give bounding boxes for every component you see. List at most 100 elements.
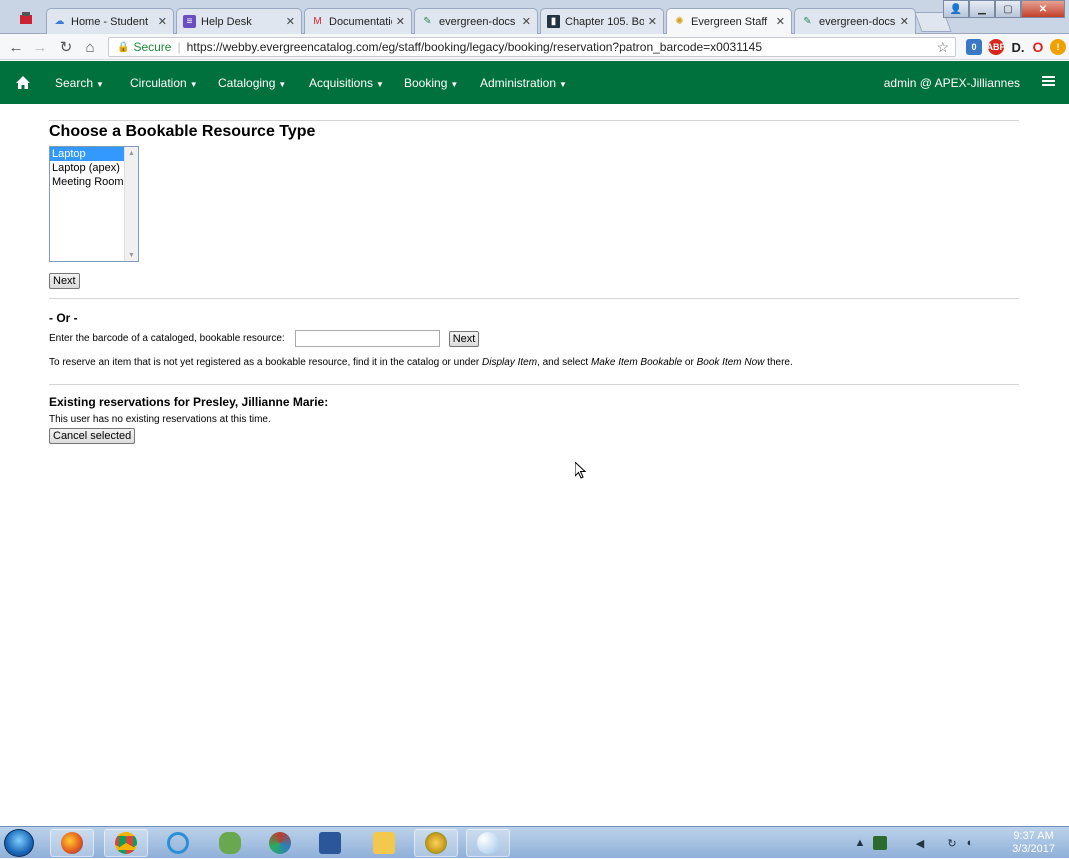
volume-icon[interactable]: ◀ [913, 836, 927, 850]
main-content: Choose a Bookable Resource Type Laptop L… [49, 104, 1019, 444]
folder-icon [373, 832, 395, 854]
user-account-label[interactable]: admin @ APEX-Jilliannes [884, 76, 1020, 90]
evergreen-logo-icon: ✺ [675, 16, 684, 27]
menu-acquisitions[interactable]: Acquisitions ▼ [309, 76, 384, 90]
system-tray: ▲ ◀ ↻ ◐ 9:37 AM 3/3/2017 [839, 827, 1069, 859]
close-icon[interactable]: ✕ [158, 15, 167, 28]
menu-booking[interactable]: Booking ▼ [404, 76, 458, 90]
close-icon[interactable]: ✕ [776, 15, 785, 28]
close-window-button[interactable]: ✕ [1021, 0, 1065, 18]
alert-icon[interactable]: ! [1050, 39, 1066, 55]
adblock-icon[interactable]: ABP [987, 39, 1006, 55]
show-hidden-icons[interactable]: ▲ [853, 836, 867, 850]
tab-chapter-105[interactable]: ▮ Chapter 105. Bo ✕ [540, 8, 664, 34]
taskbar-paint[interactable] [466, 829, 510, 857]
maximize-button[interactable]: ▢ [995, 0, 1021, 18]
scroll-up-icon[interactable]: ▲ [125, 147, 138, 159]
taskbar-explorer[interactable] [362, 829, 406, 857]
no-reservations-message: This user has no existing reservations a… [49, 414, 271, 425]
page-title: Choose a Bookable Resource Type [49, 123, 316, 140]
app-icon [18, 10, 34, 26]
start-button[interactable] [4, 829, 34, 857]
caret-down-icon: ▼ [450, 80, 459, 89]
taskbar-chrome[interactable] [104, 829, 148, 857]
firefox-icon [61, 832, 83, 854]
help-text: To reserve an item that is not yet regis… [49, 357, 793, 368]
cloud-icon: ☁ [54, 16, 65, 27]
existing-reservations-heading: Existing reservations for Presley, Jilli… [49, 395, 329, 409]
menu-search[interactable]: Search ▼ [55, 76, 104, 90]
app-navbar: Search ▼ Circulation ▼ Cataloging ▼ Acquisi… [0, 61, 1069, 104]
network-monitor-icon[interactable] [873, 836, 887, 850]
caret-down-icon: ▼ [96, 80, 104, 89]
taskbar-word[interactable] [308, 829, 352, 857]
star-icon[interactable]: ☆ [936, 39, 949, 56]
evergreen-logo-icon [425, 832, 447, 854]
system-clock[interactable]: 9:37 AM 3/3/2017 [1012, 830, 1055, 856]
barcode-prompt: Enter the barcode of a cataloged, bookab… [49, 333, 285, 344]
close-icon[interactable]: ✕ [900, 15, 909, 28]
mouse-cursor-icon [574, 460, 587, 483]
gmail-icon: M [313, 16, 322, 27]
or-label: - Or - [49, 311, 78, 325]
internet-explorer-icon [167, 832, 189, 854]
dashlane-icon[interactable]: D. [1010, 39, 1026, 55]
caret-down-icon: ▼ [189, 80, 198, 89]
paint-icon [477, 832, 499, 854]
listbox-scrollbar[interactable]: ▲ ▼ [124, 147, 138, 261]
chrome-icon [115, 832, 137, 854]
caret-down-icon: ▼ [376, 80, 384, 89]
menu-administration[interactable]: Administration ▼ [480, 76, 567, 90]
scroll-down-icon[interactable]: ▼ [125, 249, 138, 261]
menu-circulation[interactable]: Circulation ▼ [130, 76, 198, 90]
taskbar-app-turtle[interactable] [208, 829, 252, 857]
tab-help-desk[interactable]: ≡ Help Desk ✕ [176, 8, 302, 34]
home-outline-icon[interactable]: ⌂ [80, 37, 100, 57]
divider [49, 120, 1019, 121]
tab-evergreen-staff[interactable]: ✺ Evergreen Staff ✕ [666, 8, 792, 34]
evergreen-leaf-icon: ✎ [803, 16, 812, 27]
reload-icon[interactable]: ↻ [56, 37, 76, 57]
evergreen-leaf-icon: ✎ [423, 16, 432, 27]
profile-icon[interactable]: 👤 [943, 0, 969, 18]
address-bar[interactable]: 🔒 Secure | https://webby.evergreencatalo… [108, 37, 956, 57]
close-icon[interactable]: ✕ [648, 15, 657, 28]
menu-cataloging[interactable]: Cataloging ▼ [218, 76, 286, 90]
close-icon[interactable]: ✕ [522, 15, 531, 28]
close-icon[interactable]: ✕ [396, 15, 405, 28]
extension-badge-icon[interactable]: 0 [966, 39, 982, 55]
barcode-next-button[interactable]: Next [448, 330, 480, 347]
cancel-selected-button[interactable]: Cancel selected [49, 428, 136, 444]
lock-icon: 🔒 [117, 41, 130, 53]
word-icon [319, 832, 341, 854]
sync-icon[interactable]: ↻ [945, 836, 959, 850]
home-icon[interactable] [15, 74, 31, 90]
tab-home-student[interactable]: ☁ Home - Student ✕ [46, 8, 174, 34]
taskbar-app-swirl[interactable] [258, 829, 302, 857]
divider [49, 298, 1019, 299]
power-icon[interactable]: ◐ [963, 836, 977, 850]
swirl-icon [269, 832, 291, 854]
taskbar-evergreen[interactable] [414, 829, 458, 857]
next-button[interactable]: Next [49, 273, 80, 289]
tab-documentation[interactable]: M Documentation ✕ [304, 8, 412, 34]
close-icon[interactable]: ✕ [286, 15, 295, 28]
tab-evergreen-docs-1[interactable]: ✎ evergreen-docs ✕ [414, 8, 538, 34]
resource-type-listbox[interactable]: Laptop Laptop (apex) Meeting Room ▲ ▼ [49, 146, 139, 262]
taskbar-firefox[interactable] [50, 829, 94, 857]
browser-tab-strip: ☁ Home - Student ✕ ≡ Help Desk ✕ M Docum… [0, 0, 1069, 34]
browser-toolbar: ← → ↻ ⌂ 🔒 Secure | https://webby.evergre… [0, 34, 1069, 60]
turtle-icon [219, 832, 241, 854]
minimize-button[interactable]: ▁ [969, 0, 995, 18]
back-arrow-icon[interactable]: ← [6, 37, 26, 57]
tab-evergreen-docs-2[interactable]: ✎ evergreen-docs ✕ [794, 8, 916, 34]
list-menu-icon[interactable] [1042, 76, 1055, 88]
list-icon: ≡ [183, 15, 196, 28]
forward-arrow-icon[interactable]: → [30, 37, 50, 57]
barcode-input[interactable] [294, 330, 440, 347]
caret-down-icon: ▼ [278, 80, 287, 89]
windows-taskbar: ▲ ◀ ↻ ◐ 9:37 AM 3/3/2017 [0, 826, 1069, 858]
url-text[interactable]: https://webby.evergreencatalog.com/eg/st… [187, 40, 762, 54]
opera-icon[interactable]: O [1030, 39, 1046, 55]
taskbar-ie[interactable] [156, 829, 200, 857]
